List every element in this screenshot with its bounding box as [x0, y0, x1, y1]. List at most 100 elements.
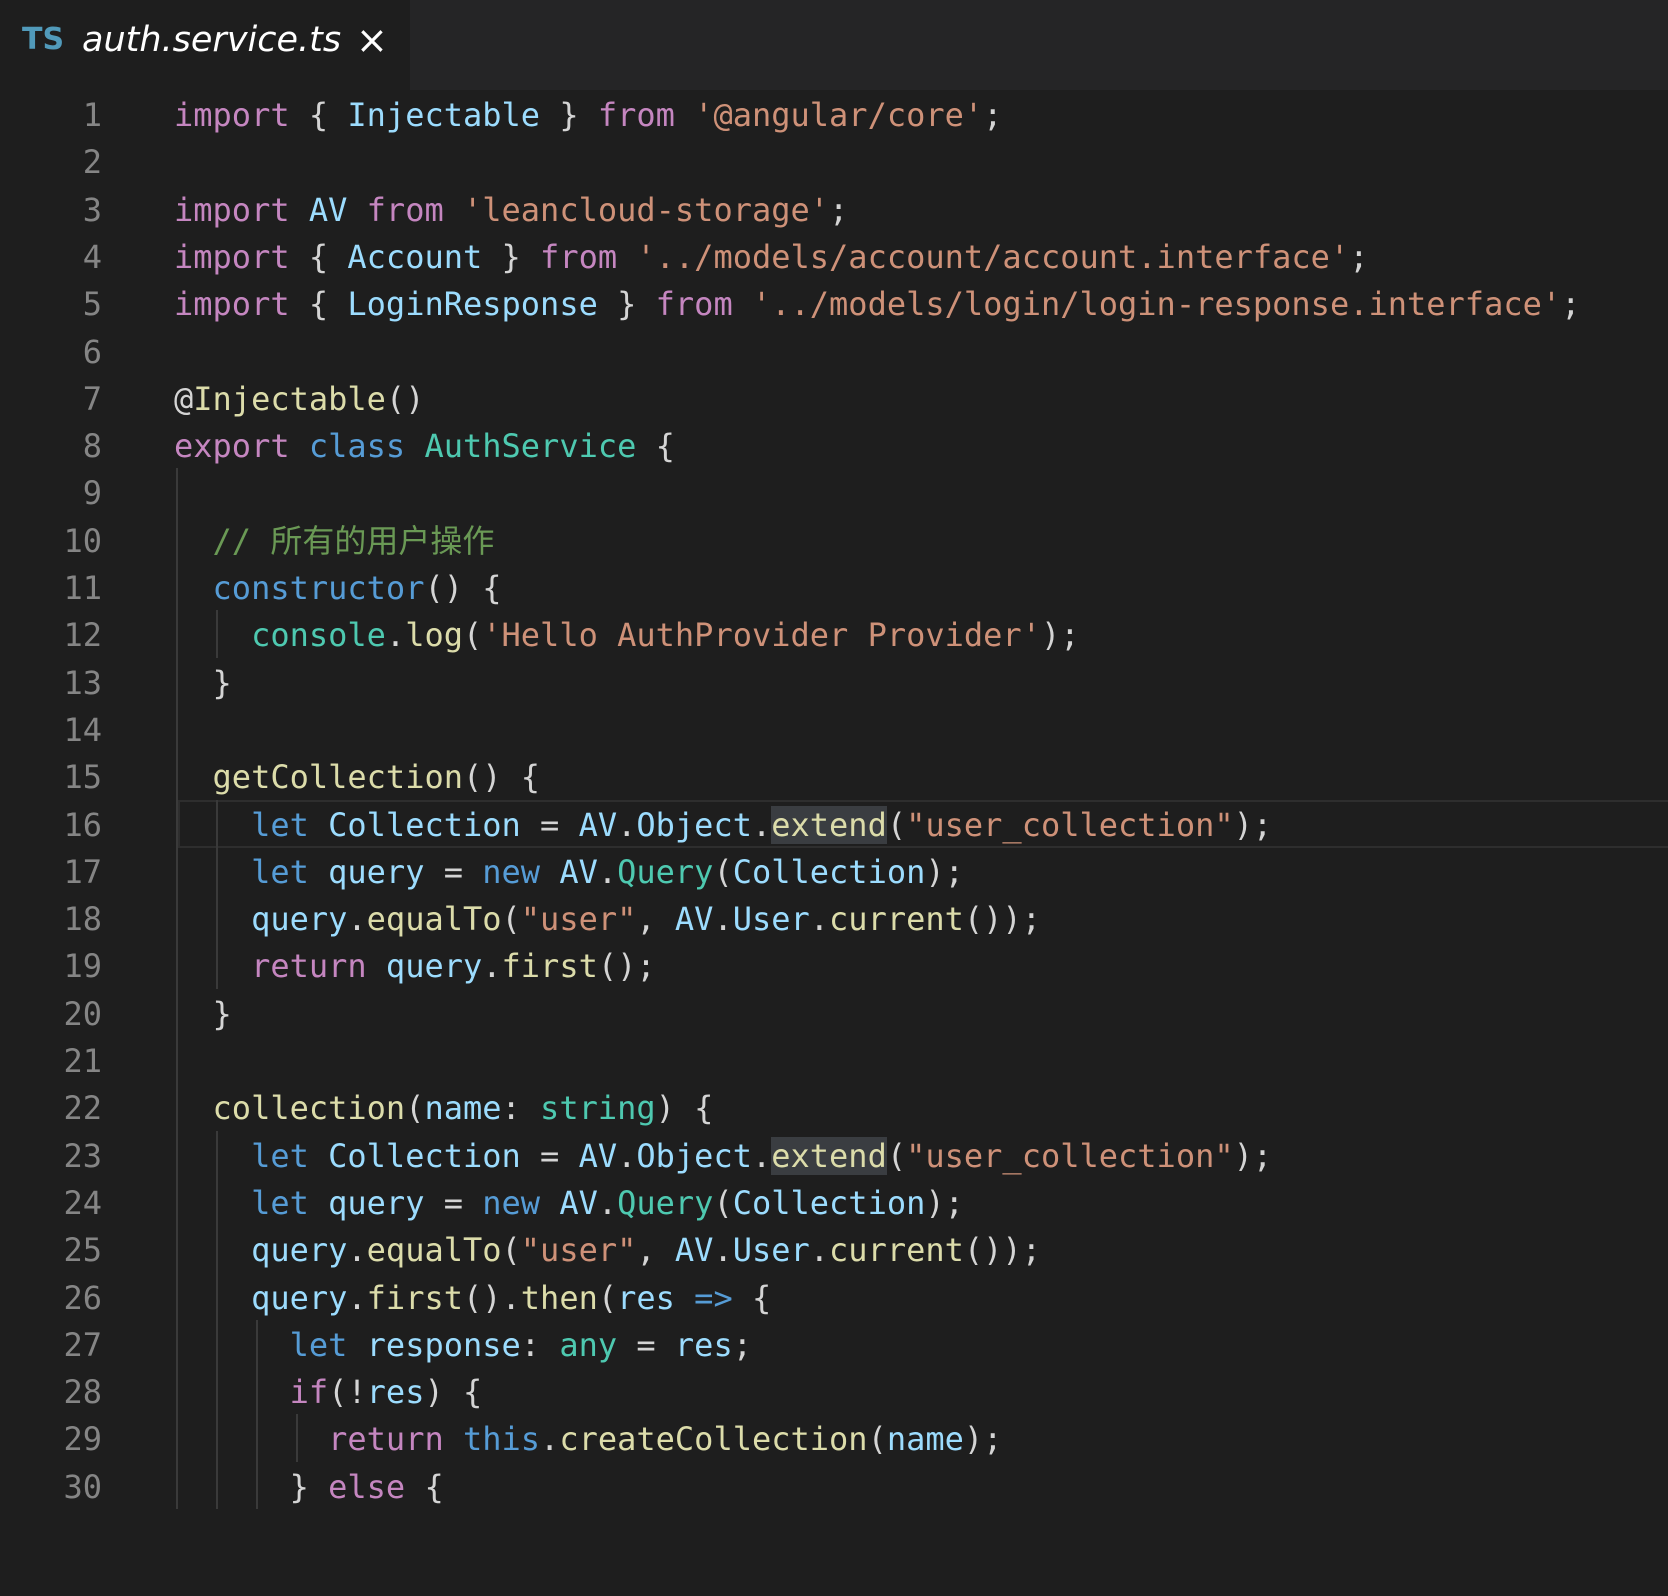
code-token: . — [482, 947, 502, 986]
code-token: first — [501, 947, 598, 986]
code-token: query — [385, 947, 483, 986]
code-token: = — [424, 1183, 483, 1222]
code-line[interactable]: 10 // 所有的用户操作 — [0, 516, 1668, 566]
code-line[interactable]: 17 let query = new AV.Query(Collection); — [0, 847, 1668, 897]
code-token: ( — [713, 1183, 733, 1222]
code-token: ; — [1561, 285, 1581, 324]
code-editor[interactable]: 1 import { Injectable } from '@angular/co… — [0, 90, 1668, 1596]
line-number: 16 — [63, 805, 102, 844]
code-token: . — [540, 1420, 560, 1459]
code-text: console.log('Hello AuthProvider Provider… — [174, 610, 1079, 660]
code-token: Query — [617, 852, 714, 891]
code-line[interactable]: 3 import AV from 'leancloud-storage'; — [0, 185, 1668, 235]
code-line[interactable]: 8 export class AuthService { — [0, 421, 1668, 471]
code-token: ( — [501, 900, 521, 939]
code-line[interactable]: 5 import { LoginResponse } from '../model… — [0, 279, 1668, 329]
code-text: let query = new AV.Query(Collection); — [174, 847, 964, 897]
code-line[interactable]: 21 — [0, 1036, 1668, 1086]
code-line[interactable]: 9 — [0, 468, 1668, 518]
code-token: res — [617, 1278, 675, 1317]
code-line[interactable]: 11 constructor() { — [0, 563, 1668, 613]
code-text: let Collection = AV.Object.extend("user_… — [174, 1131, 1272, 1181]
line-number: 30 — [63, 1467, 102, 1506]
code-token: ( — [405, 1089, 425, 1128]
code-token: query — [328, 852, 425, 891]
code-token: Collection — [328, 1136, 521, 1175]
code-line[interactable]: 30 } else { — [0, 1462, 1668, 1512]
code-token: } — [597, 285, 656, 324]
code-token: Collection — [732, 852, 926, 891]
code-line[interactable]: 7 @Injectable() — [0, 374, 1668, 424]
close-icon[interactable]: × — [356, 18, 388, 62]
code-token: class — [308, 427, 406, 466]
code-token: . — [809, 900, 830, 939]
code-line[interactable]: 22 collection(name: string) { — [0, 1083, 1668, 1133]
line-number: 1 — [82, 96, 102, 134]
code-token: res — [674, 1325, 733, 1364]
code-line[interactable]: 14 — [0, 705, 1668, 755]
code-token: . — [597, 852, 618, 891]
code-token: . — [347, 900, 367, 939]
code-token: log — [405, 616, 463, 655]
code-token: ( — [462, 616, 483, 655]
code-line[interactable]: 4 import { Account } from '../models/acco… — [0, 232, 1668, 282]
code-line[interactable]: 29 return this.createCollection(name); — [0, 1414, 1668, 1464]
line-number: 27 — [63, 1325, 102, 1364]
code-token: extend — [771, 1136, 887, 1175]
code-line[interactable]: 26 query.first().then(res => { — [0, 1273, 1668, 1323]
typescript-file-icon: TS — [22, 22, 65, 57]
code-line[interactable]: 20 } — [0, 989, 1668, 1039]
code-token: Query — [617, 1183, 714, 1222]
code-token: Injectable — [347, 96, 541, 134]
code-line[interactable]: 12 console.log('Hello AuthProvider Provi… — [0, 610, 1668, 660]
code-line[interactable]: 6 — [0, 327, 1668, 377]
code-line[interactable]: 27 let response: any = res; — [0, 1320, 1668, 1370]
code-line[interactable]: 18 query.equalTo("user", AV.User.current… — [0, 894, 1668, 944]
code-line[interactable]: 1 import { Injectable } from '@angular/co… — [0, 90, 1668, 140]
code-token: ; — [1349, 237, 1369, 276]
line-number: 7 — [82, 379, 102, 418]
code-line[interactable]: 25 query.equalTo("user", AV.User.current… — [0, 1225, 1668, 1275]
code-token: query — [251, 1278, 348, 1317]
code-text: import { Account } from '../models/accou… — [174, 232, 1368, 282]
code-line[interactable]: 28 if(!res) { — [0, 1367, 1668, 1417]
code-token: '../models/account/account.interface' — [636, 237, 1350, 276]
code-line[interactable]: 13 } — [0, 658, 1668, 708]
code-token: then — [520, 1278, 598, 1317]
code-line[interactable]: 16 let Collection = AV.Object.extend("us… — [0, 800, 1668, 850]
code-line[interactable]: 23 let Collection = AV.Object.extend("us… — [0, 1131, 1668, 1181]
code-token: AV — [578, 1136, 618, 1175]
code-text: query.equalTo("user", AV.User.current())… — [174, 894, 1041, 944]
code-token: "user" — [520, 1231, 637, 1270]
code-token: let — [251, 1183, 309, 1222]
code-token: , — [636, 900, 675, 939]
code-line[interactable]: 2 — [0, 137, 1668, 187]
code-token: User — [732, 900, 810, 939]
code-token: = — [424, 852, 483, 891]
code-token: . — [809, 1231, 830, 1270]
code-token: . — [751, 805, 772, 844]
code-text: collection(name: string) { — [174, 1083, 714, 1133]
code-line[interactable]: 15 getCollection() { — [0, 752, 1668, 802]
code-token: Injectable — [193, 379, 386, 418]
code-token: // 所有的用户操作 — [212, 521, 495, 560]
line-number: 13 — [63, 663, 102, 702]
code-line[interactable]: 24 let query = new AV.Query(Collection); — [0, 1178, 1668, 1228]
code-line[interactable]: 19 return query.first(); — [0, 941, 1668, 991]
code-token: ( — [713, 852, 733, 891]
line-number: 18 — [63, 900, 102, 939]
code-token: { — [732, 1278, 772, 1317]
code-text: } — [174, 658, 232, 708]
tab-auth-service[interactable]: TS auth.service.ts × — [0, 0, 410, 90]
code-token: Object — [636, 1136, 752, 1175]
